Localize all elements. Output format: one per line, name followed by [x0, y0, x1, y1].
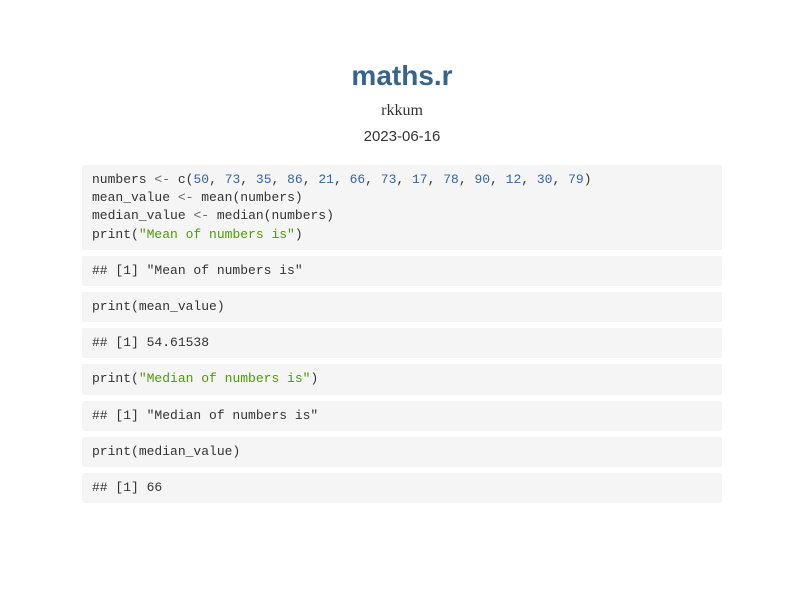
code-op: <- [178, 190, 194, 205]
code-block-2: print(mean_value) [82, 292, 722, 322]
code-fn: print [92, 299, 131, 314]
code-num: 73 [225, 172, 241, 187]
code-num: 66 [350, 172, 366, 187]
code-num: 86 [287, 172, 303, 187]
code-block-4: print(median_value) [82, 437, 722, 467]
code-op: <- [193, 208, 209, 223]
code-block-1: numbers <- c(50, 73, 35, 86, 21, 66, 73,… [82, 165, 722, 250]
date-line: 2023-06-16 [82, 128, 722, 145]
code-num: 90 [474, 172, 490, 187]
code-op: <- [154, 172, 170, 187]
code-var: median_value [139, 444, 233, 459]
code-var: numbers [240, 190, 295, 205]
code-num: 50 [193, 172, 209, 187]
code-fn: median [217, 208, 264, 223]
code-block-3: print("Median of numbers is") [82, 364, 722, 394]
author-line: rkkum [82, 102, 722, 120]
code-var: mean_value [139, 299, 217, 314]
code-num: 79 [568, 172, 584, 187]
code-fn: print [92, 227, 131, 242]
page-title: maths.r [82, 60, 722, 92]
code-var: mean_value [92, 190, 170, 205]
code-fn: print [92, 444, 131, 459]
code-str: "Median of numbers is" [139, 371, 311, 386]
code-num: 12 [506, 172, 522, 187]
code-var: numbers [271, 208, 326, 223]
code-fn: print [92, 371, 131, 386]
output-block-1: ## [1] "Mean of numbers is" [82, 256, 722, 286]
output-block-2: ## [1] 54.61538 [82, 328, 722, 358]
code-num: 21 [318, 172, 334, 187]
code-num: 73 [381, 172, 397, 187]
document-container: maths.r rkkum 2023-06-16 numbers <- c(50… [62, 0, 742, 539]
code-num: 30 [537, 172, 553, 187]
code-str: "Mean of numbers is" [139, 227, 295, 242]
output-block-3: ## [1] "Median of numbers is" [82, 401, 722, 431]
code-num: 35 [256, 172, 272, 187]
code-num: 78 [443, 172, 459, 187]
code-fn: mean [201, 190, 232, 205]
code-var: median_value [92, 208, 186, 223]
output-block-4: ## [1] 66 [82, 473, 722, 503]
code-var: numbers [92, 172, 147, 187]
code-fn: c [178, 172, 186, 187]
code-num: 17 [412, 172, 428, 187]
